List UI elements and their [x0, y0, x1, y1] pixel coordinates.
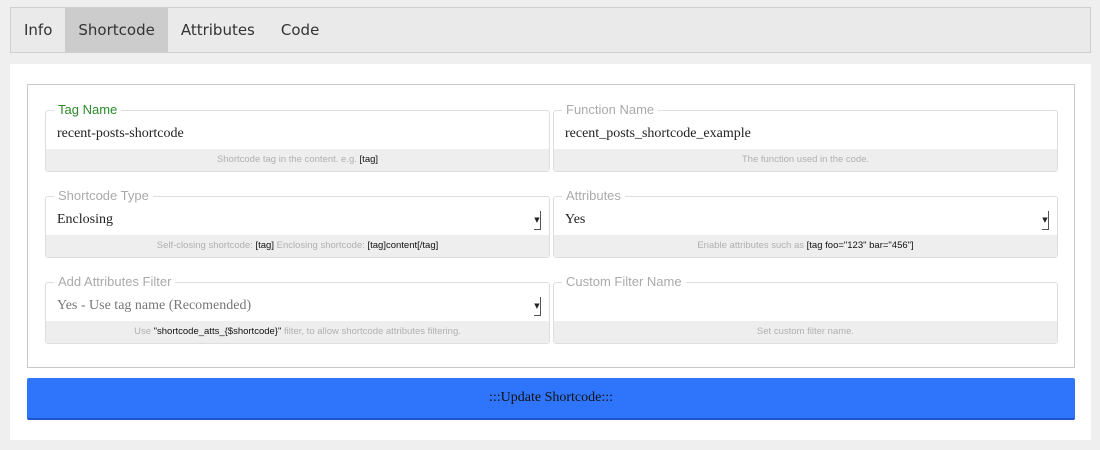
dropdown-arrow-icon[interactable]: ▼	[1042, 211, 1049, 230]
tag-name-legend: Tag Name	[54, 103, 122, 117]
custom-filter-name-field[interactable]: Custom Filter Name Set custom filter nam…	[553, 275, 1058, 344]
hint-text: Enclosing shortcode:	[276, 240, 365, 251]
hint-text: The function used in the code.	[741, 154, 870, 165]
function-name-input[interactable]: recent_posts_shortcode_example	[565, 125, 1043, 143]
shortcode-panel: Tag Name recent-posts-shortcode Shortcod…	[10, 64, 1091, 440]
custom-filter-name-legend: Custom Filter Name	[562, 275, 686, 289]
tag-name-input[interactable]: recent-posts-shortcode	[57, 125, 535, 143]
hint-text: Enable attributes such as	[697, 240, 805, 251]
shortcode-type-legend: Shortcode Type	[54, 189, 153, 203]
update-shortcode-button[interactable]: :::Update Shortcode:::	[27, 378, 1075, 420]
dropdown-arrow-icon[interactable]: ▼	[534, 297, 541, 316]
hint-code: [tag]	[255, 240, 274, 251]
shortcode-form: Tag Name recent-posts-shortcode Shortcod…	[27, 84, 1075, 368]
hint-code: [tag foo="123" bar="456"]	[806, 240, 914, 251]
hint-code: "shortcode_atts_{$shortcode}"	[153, 326, 282, 337]
attributes-select[interactable]: Yes	[565, 211, 1043, 229]
tab-bar: Info Shortcode Attributes Code	[10, 7, 1091, 53]
shortcode-type-select[interactable]: Enclosing	[57, 211, 535, 229]
hint-code: [tag]content[/tag]	[367, 240, 439, 251]
hint-text: Set custom filter name.	[756, 326, 855, 337]
hint-code: [tag]	[359, 154, 379, 165]
hint-text: Use	[134, 326, 151, 337]
add-attributes-filter-field[interactable]: Add Attributes Filter Yes - Use tag name…	[45, 275, 550, 344]
shortcode-type-field[interactable]: Shortcode Type Enclosing ▼ Self-closing …	[45, 189, 550, 258]
shortcode-type-hint: Self-closing shortcode: [tag] Enclosing …	[46, 235, 549, 257]
tab-shortcode[interactable]: Shortcode	[65, 8, 168, 52]
function-name-legend: Function Name	[562, 103, 659, 117]
tab-code[interactable]: Code	[268, 8, 332, 52]
add-attributes-filter-hint: Use "shortcode_atts_{$shortcode}" filter…	[46, 321, 549, 343]
hint-text: filter, to allow shortcode attributes fi…	[283, 326, 461, 337]
tab-attributes[interactable]: Attributes	[168, 8, 268, 52]
hint-text: Shortcode tag in the content. e.g.	[216, 154, 357, 165]
custom-filter-name-hint: Set custom filter name.	[554, 321, 1057, 343]
attributes-legend: Attributes	[562, 189, 625, 203]
add-attributes-filter-select[interactable]: Yes - Use tag name (Recomended)	[57, 297, 535, 315]
tab-info[interactable]: Info	[11, 8, 65, 52]
tag-name-hint: Shortcode tag in the content. e.g. [tag]	[46, 149, 549, 171]
function-name-hint: The function used in the code.	[554, 149, 1057, 171]
tag-name-field[interactable]: Tag Name recent-posts-shortcode Shortcod…	[45, 103, 550, 172]
hint-text: Self-closing shortcode:	[156, 240, 253, 251]
add-attributes-filter-legend: Add Attributes Filter	[54, 275, 176, 289]
function-name-field[interactable]: Function Name recent_posts_shortcode_exa…	[553, 103, 1058, 172]
dropdown-arrow-icon[interactable]: ▼	[534, 211, 541, 230]
attributes-hint: Enable attributes such as [tag foo="123"…	[554, 235, 1057, 257]
attributes-field[interactable]: Attributes Yes ▼ Enable attributes such …	[553, 189, 1058, 258]
